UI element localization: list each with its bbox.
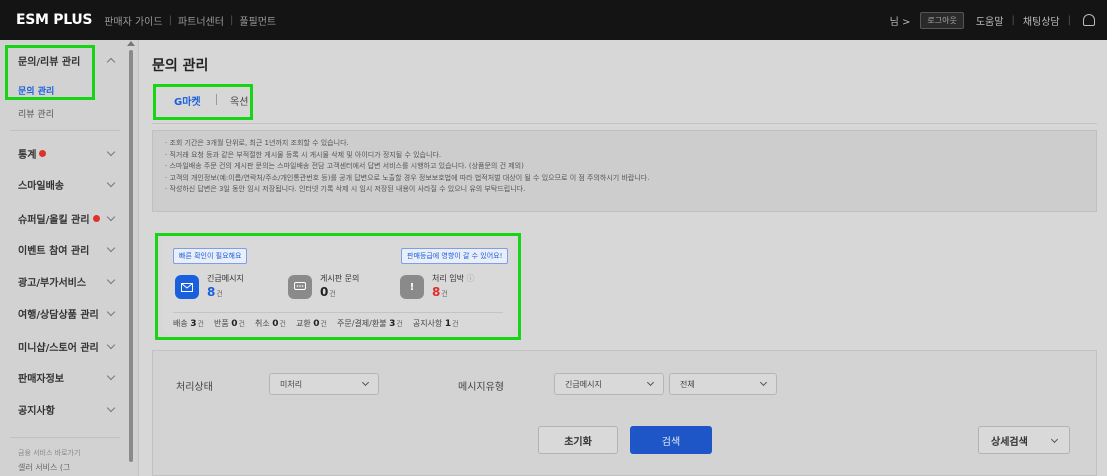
sidebar-scrollbar[interactable]: [129, 50, 133, 462]
sidebar-item-label: 미니샵/스토어 관리: [18, 342, 99, 354]
sidebar-item-minishop[interactable]: 미니샵/스토어 관리: [0, 331, 120, 361]
top-separator: |: [1067, 14, 1071, 26]
top-separator: |: [1011, 14, 1015, 26]
seller-service-link[interactable]: 셀러 서비스 (그: [18, 462, 70, 473]
notice-line: · 작성하신 답변은 3일 동안 임시 저장됩니다. 인터넷 기록 삭제 시 임…: [165, 185, 526, 194]
chevron-down-icon: [759, 378, 768, 387]
message-subtype-select[interactable]: 전체: [669, 373, 777, 395]
sidebar-item-superdeal[interactable]: 슈퍼딜/올킬 관리: [0, 203, 120, 233]
top-nav: 판매자 가이드 | 파트너센터 | 풀필먼트: [104, 13, 276, 28]
sidebar-item-stats[interactable]: 통계: [0, 138, 120, 168]
chevron-down-icon: [1050, 435, 1059, 444]
message-type-label: 메시지유형: [458, 382, 504, 393]
chevron-down-icon: [106, 371, 116, 381]
chevron-down-icon: [106, 178, 116, 188]
sidebar-item-label: 공지사항: [18, 405, 55, 417]
highlight-box: [5, 45, 95, 100]
highlight-box: [153, 84, 253, 120]
sidebar: 문의/리뷰 관리 문의 관리 리뷰 관리 통계 스마일배송 슈퍼딜/올킬 관리 …: [0, 40, 139, 476]
status-select[interactable]: 미처리: [269, 373, 379, 395]
notice-line: · 조회 기간은 3개월 단위로, 최근 1년까지 조회할 수 있습니다.: [165, 139, 349, 147]
sidebar-item-label: 통계: [18, 149, 37, 161]
user-name[interactable]: 님 >: [890, 13, 911, 28]
bell-icon[interactable]: [1083, 14, 1095, 26]
sidebar-item-label: 판매자정보: [18, 373, 64, 385]
sidebar-item-label: 이벤트 참여 관리: [18, 245, 90, 257]
chat-link[interactable]: 채팅상담: [1023, 13, 1060, 28]
notice-box: · 조회 기간은 3개월 단위로, 최근 1년까지 조회할 수 있습니다. · …: [152, 130, 1097, 212]
nav-separator: |: [168, 14, 172, 26]
chevron-down-icon: [106, 307, 116, 317]
sidebar-item-ads[interactable]: 광고/부가서비스: [0, 266, 120, 296]
nav-separator: |: [229, 14, 234, 26]
notice-line: · 스마일배송 주문 건의 게시판 문의는 스마일배송 전담 고객센터에서 답변…: [165, 162, 524, 171]
scroll-up-icon[interactable]: [127, 41, 135, 46]
top-right-menu: 님 > 로그아웃 도움말 | 채팅상담 |: [890, 11, 1095, 29]
sidebar-item-travel[interactable]: 여행/상담상품 관리: [0, 298, 120, 328]
sidebar-item-event[interactable]: 이벤트 참여 관리: [0, 234, 120, 264]
chevron-up-icon: [106, 57, 116, 67]
search-button[interactable]: 검색: [630, 426, 712, 454]
nav-seller-guide[interactable]: 판매자 가이드: [104, 13, 162, 28]
reset-button[interactable]: 초기화: [538, 426, 618, 454]
logout-button[interactable]: 로그아웃: [920, 11, 964, 29]
chevron-down-icon: [646, 378, 655, 387]
page-title: 문의 관리: [152, 58, 209, 74]
chevron-down-icon: [106, 340, 116, 350]
sidebar-item-seller-info[interactable]: 판매자정보: [0, 362, 120, 392]
sidebar-divider: [10, 437, 120, 438]
chevron-down-icon: [361, 378, 370, 387]
sidebar-divider: [10, 130, 120, 131]
highlight-box: [155, 233, 521, 340]
nav-fulfillment[interactable]: 풀필먼트: [239, 13, 276, 28]
status-label: 처리상태: [176, 382, 213, 393]
sidebar-item-label: 스마일배송: [18, 180, 64, 192]
detail-search-button[interactable]: 상세검색: [978, 426, 1070, 454]
chevron-down-icon: [106, 275, 116, 285]
chevron-down-icon: [106, 403, 116, 413]
sidebar-item-label: 광고/부가서비스: [18, 277, 87, 289]
chevron-down-icon: [106, 243, 116, 253]
top-bar: ESM PLUS 판매자 가이드 | 파트너센터 | 풀필먼트 님 > 로그아웃…: [0, 0, 1107, 40]
nav-partner-center[interactable]: 파트너센터: [178, 13, 224, 28]
sidebar-item-label: 슈퍼딜/올킬 관리: [18, 214, 90, 226]
logo[interactable]: ESM PLUS: [16, 12, 92, 28]
new-badge-icon: [92, 214, 100, 222]
sidebar-item-label: 여행/상담상품 관리: [18, 309, 99, 321]
message-type-select[interactable]: 긴급메시지: [554, 373, 664, 395]
notice-line: · 직거래 요청 등과 같은 부적절한 게시물 등록 시 게시물 삭제 및 아이…: [165, 150, 442, 159]
help-link[interactable]: 도움말: [976, 13, 1004, 28]
notice-line: · 고객의 개인정보(예:이름/연락처/주소/개인통관번호 등)를 공개 답변으…: [165, 173, 650, 182]
filter-panel: 처리상태 미처리 메시지유형 긴급메시지 전체 초기화 검색 상세검색: [152, 350, 1097, 476]
chevron-down-icon: [106, 212, 116, 222]
finance-service-link[interactable]: 금융 서비스 바로가기: [18, 448, 80, 458]
chevron-down-icon: [106, 147, 116, 157]
new-badge-icon: [39, 149, 47, 157]
sidebar-item-notice[interactable]: 공지사항: [0, 394, 120, 424]
sidebar-item-review[interactable]: 리뷰 관리: [18, 107, 54, 120]
sidebar-item-smile-delivery[interactable]: 스마일배송: [0, 169, 120, 199]
tab-bar: G마켓 옥션: [152, 84, 1097, 124]
